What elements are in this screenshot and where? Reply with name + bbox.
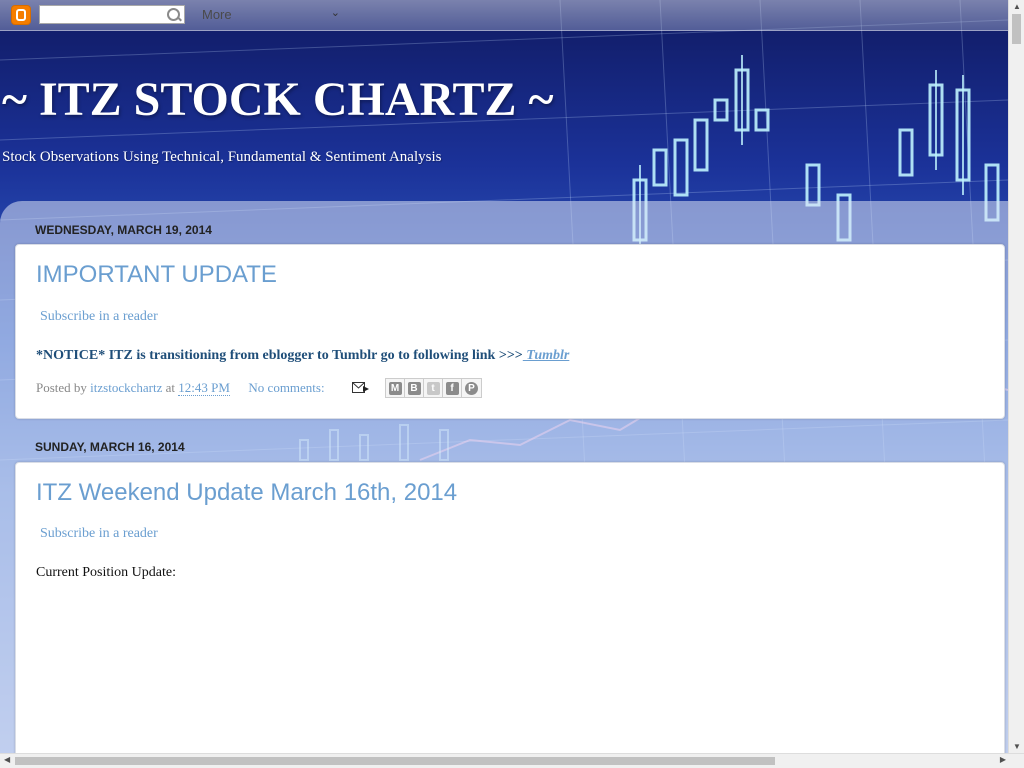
chevron-down-icon: ⌄: [330, 7, 340, 19]
more-dropdown-label: More: [202, 7, 232, 22]
horizontal-scrollbar[interactable]: ◀ ▶: [0, 753, 1024, 768]
twitter-share-button[interactable]: t: [424, 379, 443, 397]
scroll-down-arrow-icon[interactable]: ▼: [1013, 742, 1021, 751]
pinterest-share-button[interactable]: P: [462, 379, 481, 397]
email-share-button[interactable]: M: [386, 379, 405, 397]
scroll-right-arrow-icon[interactable]: ▶: [1000, 755, 1006, 764]
vertical-scrollbar[interactable]: ▲ ▼: [1008, 0, 1024, 753]
scroll-up-arrow-icon[interactable]: ▲: [1013, 2, 1021, 11]
posted-by-label: Posted by: [36, 380, 87, 395]
post-footer: Posted by itzstockchartz at 12:43 PM No …: [36, 380, 325, 396]
facebook-icon: f: [445, 381, 459, 395]
notice-text: *NOTICE* ITZ is transitioning from eblog…: [36, 348, 569, 364]
horizontal-scroll-thumb[interactable]: [15, 757, 775, 765]
post: ITZ Weekend Update March 16th, 2014 Subs…: [15, 462, 1005, 762]
post-title-link[interactable]: ITZ Weekend Update March 16th, 2014: [36, 479, 457, 507]
post-date-header: SUNDAY, MARCH 16, 2014: [35, 440, 185, 454]
post-body-text: Current Position Update:: [36, 565, 176, 580]
email-share-icon: M: [388, 381, 402, 395]
vertical-scroll-thumb[interactable]: [1012, 14, 1021, 44]
notice-message: *NOTICE* ITZ is transitioning from eblog…: [36, 348, 523, 363]
scroll-left-arrow-icon[interactable]: ◀: [4, 755, 10, 764]
pinterest-icon: P: [465, 381, 478, 395]
facebook-share-button[interactable]: f: [443, 379, 462, 397]
tumblr-link[interactable]: Tumblr: [523, 348, 569, 363]
email-post-icon[interactable]: [352, 382, 370, 394]
blog-search-input[interactable]: [39, 5, 185, 24]
blogthis-button[interactable]: B: [405, 379, 424, 397]
share-button-bar: M B t f P: [385, 378, 482, 398]
timestamp-link[interactable]: 12:43 PM: [178, 380, 230, 396]
blogger-logo-icon[interactable]: [11, 5, 31, 25]
subscribe-link[interactable]: Subscribe in a reader: [40, 309, 158, 325]
search-icon[interactable]: [167, 8, 180, 21]
at-label: at: [165, 380, 175, 395]
blogthis-icon: B: [407, 381, 421, 395]
blog-title[interactable]: ~ ITZ STOCK CHARTZ ~: [2, 72, 553, 127]
twitter-icon: t: [426, 381, 440, 395]
blogger-navbar: More ⌄: [0, 0, 1008, 31]
comments-link[interactable]: No comments:: [248, 380, 324, 395]
post-title-link[interactable]: IMPORTANT UPDATE: [36, 261, 277, 289]
post: IMPORTANT UPDATE Subscribe in a reader *…: [15, 244, 1005, 419]
blog-description: Stock Observations Using Technical, Fund…: [2, 149, 442, 165]
subscribe-link[interactable]: Subscribe in a reader: [40, 526, 158, 542]
author-link[interactable]: itzstockchartz: [90, 380, 162, 395]
more-dropdown[interactable]: More ⌄: [194, 5, 346, 24]
post-date-header: WEDNESDAY, MARCH 19, 2014: [35, 223, 212, 237]
